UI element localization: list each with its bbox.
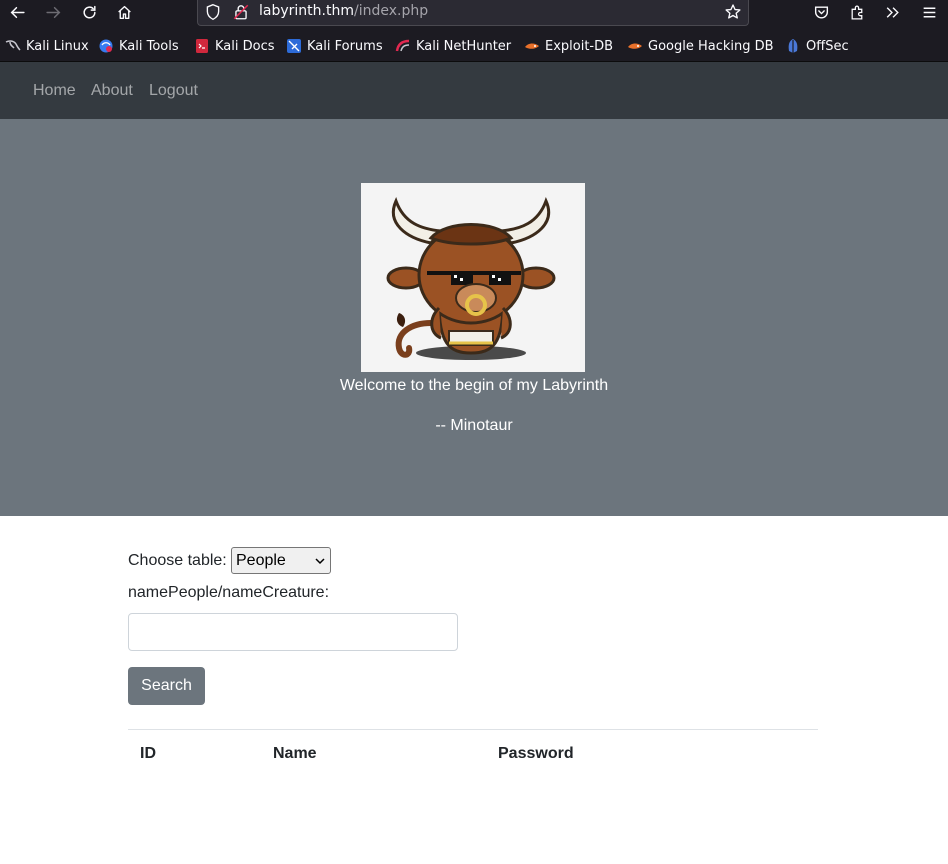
- bookmark-kali-linux[interactable]: Kali Linux: [5, 38, 89, 54]
- bookmark-star-icon[interactable]: [724, 3, 742, 21]
- name-field-label: namePeople/nameCreature:: [128, 584, 330, 601]
- url-host: labyrinth.thm: [259, 3, 354, 19]
- search-button[interactable]: Search: [128, 667, 205, 705]
- bookmark-kali-docs[interactable]: Kali Docs: [194, 38, 275, 54]
- home-button[interactable]: [110, 0, 138, 24]
- bookmark-kali-tools[interactable]: Kali Tools: [98, 38, 179, 54]
- address-bar[interactable]: labyrinth.thm/index.php: [197, 0, 749, 26]
- double-chevron-right-icon: [886, 6, 899, 18]
- bookmark-offsec[interactable]: OffSec: [785, 38, 849, 54]
- column-header-name: Name: [273, 745, 317, 762]
- bookmark-label: Kali Forums: [307, 38, 383, 54]
- url-path: /index.php: [353, 3, 429, 19]
- nethunter-icon: [395, 39, 410, 52]
- minotaur-illustration: [386, 197, 556, 360]
- overflow-menu-button[interactable]: [878, 0, 906, 24]
- back-button[interactable]: [3, 0, 31, 24]
- bookmark-google-hacking-db[interactable]: Google Hacking DB: [627, 38, 774, 54]
- table-top-border: [128, 729, 818, 730]
- column-header-id: ID: [140, 745, 156, 762]
- offsec-icon: [788, 39, 798, 53]
- shield-icon[interactable]: [204, 3, 222, 21]
- bookmark-label: Kali Linux: [26, 38, 89, 54]
- bookmark-label: Exploit-DB: [545, 38, 614, 54]
- browser-toolbar: labyrinth.thm/index.php: [0, 0, 948, 30]
- kali-dragon-icon: [5, 40, 21, 51]
- puzzle-icon: [851, 5, 862, 20]
- kali-tools-icon: [99, 39, 113, 53]
- minotaur-image: [361, 183, 585, 372]
- ghdb-icon: [628, 43, 642, 49]
- bookmark-label: Kali Docs: [215, 38, 275, 54]
- bookmark-kali-nethunter[interactable]: Kali NetHunter: [395, 38, 511, 54]
- insecure-lock-icon[interactable]: [232, 3, 250, 21]
- reload-button[interactable]: [75, 0, 103, 24]
- nav-link-logout[interactable]: Logout: [149, 82, 198, 100]
- bookmark-kali-forums[interactable]: Kali Forums: [286, 38, 383, 54]
- table-select-value: People: [236, 552, 286, 569]
- bookmark-label: Kali NetHunter: [416, 38, 512, 54]
- forward-button[interactable]: [39, 0, 67, 24]
- kali-forums-icon: [287, 39, 301, 53]
- signature-text: -- Minotaur: [435, 417, 513, 434]
- column-header-password: Password: [498, 745, 574, 762]
- table-select[interactable]: People: [231, 547, 331, 574]
- bookmark-exploit-db[interactable]: Exploit-DB: [524, 38, 613, 54]
- name-search-input[interactable]: [128, 613, 458, 651]
- pocket-icon: [814, 5, 828, 18]
- chevron-down-icon: [315, 558, 325, 565]
- kali-docs-icon: [196, 39, 208, 53]
- url-text: labyrinth.thm/index.php: [259, 3, 428, 19]
- bookmark-label: Google Hacking DB: [648, 38, 774, 54]
- hero-section: Welcome to the begin of my Labyrinth -- …: [0, 119, 948, 516]
- exploit-db-icon: [525, 43, 539, 49]
- arrow-left-icon: [10, 6, 25, 18]
- arrow-right-icon: [45, 6, 60, 18]
- bookmark-label: OffSec: [806, 38, 849, 54]
- extensions-button[interactable]: [843, 0, 871, 24]
- site-navbar: Home About Logout: [0, 62, 948, 119]
- welcome-text: Welcome to the begin of my Labyrinth: [339, 377, 609, 394]
- app-menu-button[interactable]: [915, 0, 943, 24]
- reload-icon: [82, 5, 96, 18]
- home-icon: [117, 5, 131, 19]
- nav-link-home[interactable]: Home: [33, 82, 76, 100]
- pocket-button[interactable]: [807, 0, 835, 24]
- bookmarks-toolbar: Kali Linux Kali Tools Kali Docs Kali For…: [0, 30, 948, 62]
- choose-table-label: Choose table:: [128, 552, 227, 569]
- nav-link-about[interactable]: About: [91, 82, 133, 100]
- bookmark-label: Kali Tools: [119, 38, 179, 54]
- hamburger-menu-icon: [923, 7, 935, 17]
